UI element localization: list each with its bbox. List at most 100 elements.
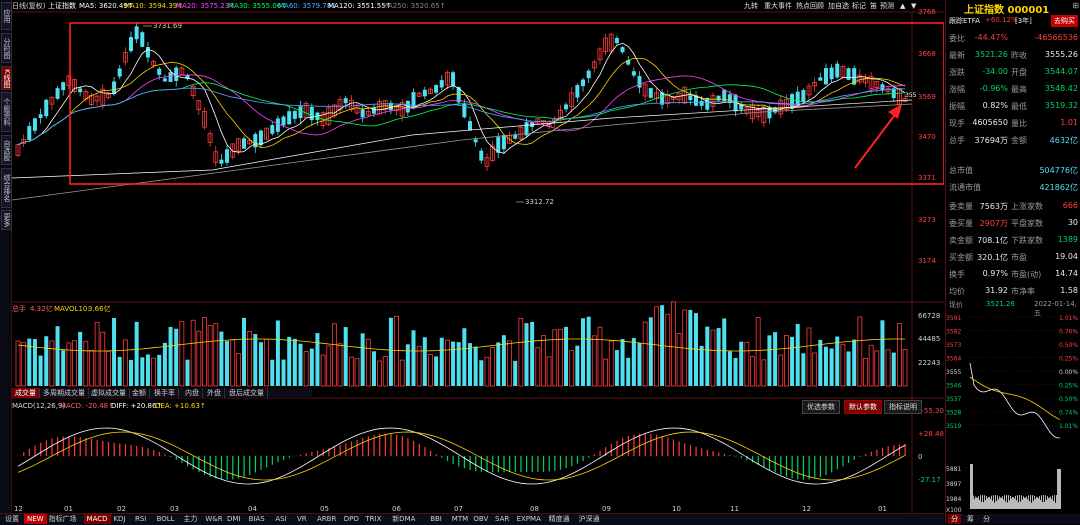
volume-bar	[202, 317, 206, 386]
macd-bar	[379, 434, 380, 456]
indicator-tab-kdj[interactable]: KDJ	[110, 514, 128, 524]
indicator-tab-sar[interactable]: SAR	[492, 514, 512, 524]
mini-volume-bar	[990, 499, 991, 509]
candle-body	[649, 88, 653, 98]
volume-bar	[417, 346, 421, 386]
menu-hot-review[interactable]: 热点回顾	[796, 1, 824, 10]
macd-bar	[125, 444, 126, 456]
indicator-tab-macd[interactable]: MACD	[84, 514, 111, 524]
macd-bar	[424, 447, 425, 456]
rail-kline-button[interactable]: K线图	[1, 66, 12, 90]
volume-bar	[39, 356, 43, 386]
candle-body	[564, 104, 568, 109]
etf-value: +60.12%	[985, 16, 1018, 24]
menu-flute[interactable]: 笛	[870, 1, 877, 10]
vol-tab-amount[interactable]: 金额	[129, 388, 150, 398]
menu-jiuzhuan[interactable]: 九转	[744, 1, 758, 10]
vol-tab-multi-period[interactable]: 多周期成交量	[40, 388, 89, 398]
quote_rows-row: 委比-44.47%-46566536	[949, 30, 1078, 47]
mini-volume-bar	[982, 495, 983, 509]
indicator-tab-trix[interactable]: TRIX	[362, 514, 384, 524]
rail-watchlist-button[interactable]: 自选股	[1, 135, 12, 165]
indicator-tab-dma[interactable]: 新DMA	[389, 514, 418, 524]
mini-tab-chips[interactable]: 筹	[964, 514, 977, 524]
indicator-tab-bias[interactable]: BIAS	[246, 514, 268, 524]
candle-body	[835, 64, 839, 78]
vol-tab-turnover[interactable]: 换手率	[151, 388, 179, 398]
mini-intraday-chart[interactable]: 35911.01%35820.76%35730.50%35640.25%3555…	[946, 311, 1080, 514]
indicator-tab-dpo[interactable]: DPO	[341, 514, 362, 524]
macd-axis: +55.30 +28.48 0 -27.17	[918, 407, 944, 484]
mini-volume-bar	[1052, 496, 1053, 509]
indicator-tab-expma[interactable]: EXPMA	[514, 514, 544, 524]
mini-volume-bar	[1025, 498, 1026, 509]
vol-tab-outer[interactable]: 外盘	[204, 388, 225, 398]
kline-chart-svg[interactable]: 日线(复权) 上证指数 MA5: 3620.49↑ MA10: 3594.39↑…	[12, 0, 944, 513]
volume-bar	[16, 341, 20, 386]
rail-profile-button[interactable]: 个股资料	[1, 92, 12, 132]
indicator-tab-rsi[interactable]: RSI	[132, 514, 149, 524]
mini-vol-tick: 1984	[946, 496, 961, 503]
quote_rows-label-2: 量比	[1011, 118, 1027, 129]
macd-bar	[80, 437, 81, 456]
menu-mark[interactable]: 标记	[852, 1, 866, 10]
volume-bar	[248, 331, 252, 386]
indicator-tab-[interactable]: 设置	[2, 514, 22, 524]
menu-forecast[interactable]: 预测	[880, 1, 894, 10]
mini-volume-bar	[971, 464, 972, 509]
zoom-in-icon[interactable]: ▼	[911, 2, 917, 10]
indicator-tab-boll[interactable]: BOLL	[154, 514, 178, 524]
indicator-tab-[interactable]: 精度通	[546, 514, 573, 524]
mini-volume-bar	[996, 501, 997, 509]
indicator-tab-wr[interactable]: W&R	[202, 514, 225, 524]
period-label[interactable]: 日线(复权)	[12, 1, 46, 10]
indicator-tab-[interactable]: 沪深通	[576, 514, 603, 524]
menu-add-watchlist[interactable]: 加自选	[828, 1, 849, 10]
volume-bar	[587, 317, 591, 386]
candle-body	[61, 82, 65, 90]
indicator-tab-arbr[interactable]: ARBR	[314, 514, 339, 524]
stat_rows-value-2: 666	[1063, 201, 1078, 210]
volume-bar	[366, 339, 370, 386]
macd-bar	[865, 454, 866, 456]
rail-timeshare-button[interactable]: 分时图	[1, 33, 12, 63]
indicator-tab-[interactable]: 指标广场	[46, 514, 80, 524]
vol-tab-virtual[interactable]: 虚拟成交量	[88, 388, 130, 398]
vol-tab-inner[interactable]: 内盘	[182, 388, 203, 398]
rail-ranking-button[interactable]: 综合排名	[1, 168, 12, 208]
quote_rows-value-1: 3521.26	[975, 50, 1008, 59]
rail-more-button[interactable]: 更多	[1, 210, 12, 230]
volume-bar	[745, 342, 749, 386]
indicator-tab-vr[interactable]: VR	[294, 514, 310, 524]
default-params-button[interactable]: 默认参数	[844, 400, 882, 414]
quote_rows-row: 最新3521.26昨收3555.26	[949, 47, 1078, 64]
indicator-tab-obv[interactable]: OBV	[470, 514, 491, 524]
go-buy-button[interactable]: 去购买	[1051, 15, 1078, 27]
indicator-tab-new[interactable]: NEW	[24, 514, 47, 524]
indicator-tab-mtm[interactable]: MTM	[449, 514, 471, 524]
quote_rows-label-1: 涨幅	[949, 84, 965, 95]
stat_rows-label-1: 换手	[949, 269, 965, 280]
mini-tab-minute[interactable]: 分	[948, 514, 961, 524]
indicator-tab-bbi[interactable]: BBI	[427, 514, 445, 524]
indicator-tab-asi[interactable]: ASI	[272, 514, 289, 524]
volume-header-value: 4.32亿	[30, 304, 53, 313]
zoom-out-icon[interactable]: ▲	[900, 2, 906, 10]
vol-tab-after-hours[interactable]: 盘后成交量	[226, 388, 268, 398]
optimize-params-button[interactable]: 优选参数	[802, 400, 840, 414]
volume-bar	[468, 343, 472, 386]
volume-bar	[621, 339, 625, 386]
mini-volume-bar	[1024, 498, 1025, 509]
stat_rows-value-1: 708.1亿	[977, 235, 1008, 246]
expand-icon[interactable]: ⊞	[1072, 1, 1079, 10]
volume-bar	[67, 343, 71, 386]
mini-tab-minute-2[interactable]: 分	[980, 514, 993, 524]
rail-app-button[interactable]: 应用	[1, 2, 12, 30]
indicator-tab-[interactable]: 主力	[180, 514, 200, 524]
volume-bar	[61, 350, 65, 386]
mini-volume-bar	[975, 497, 976, 509]
indicator-tab-dmi[interactable]: DMI	[224, 514, 244, 524]
menu-major-events[interactable]: 重大事件	[764, 1, 792, 10]
indicator-help-button[interactable]: 指标说明	[884, 400, 922, 414]
vol-tab-volume[interactable]: 成交量	[12, 388, 40, 398]
